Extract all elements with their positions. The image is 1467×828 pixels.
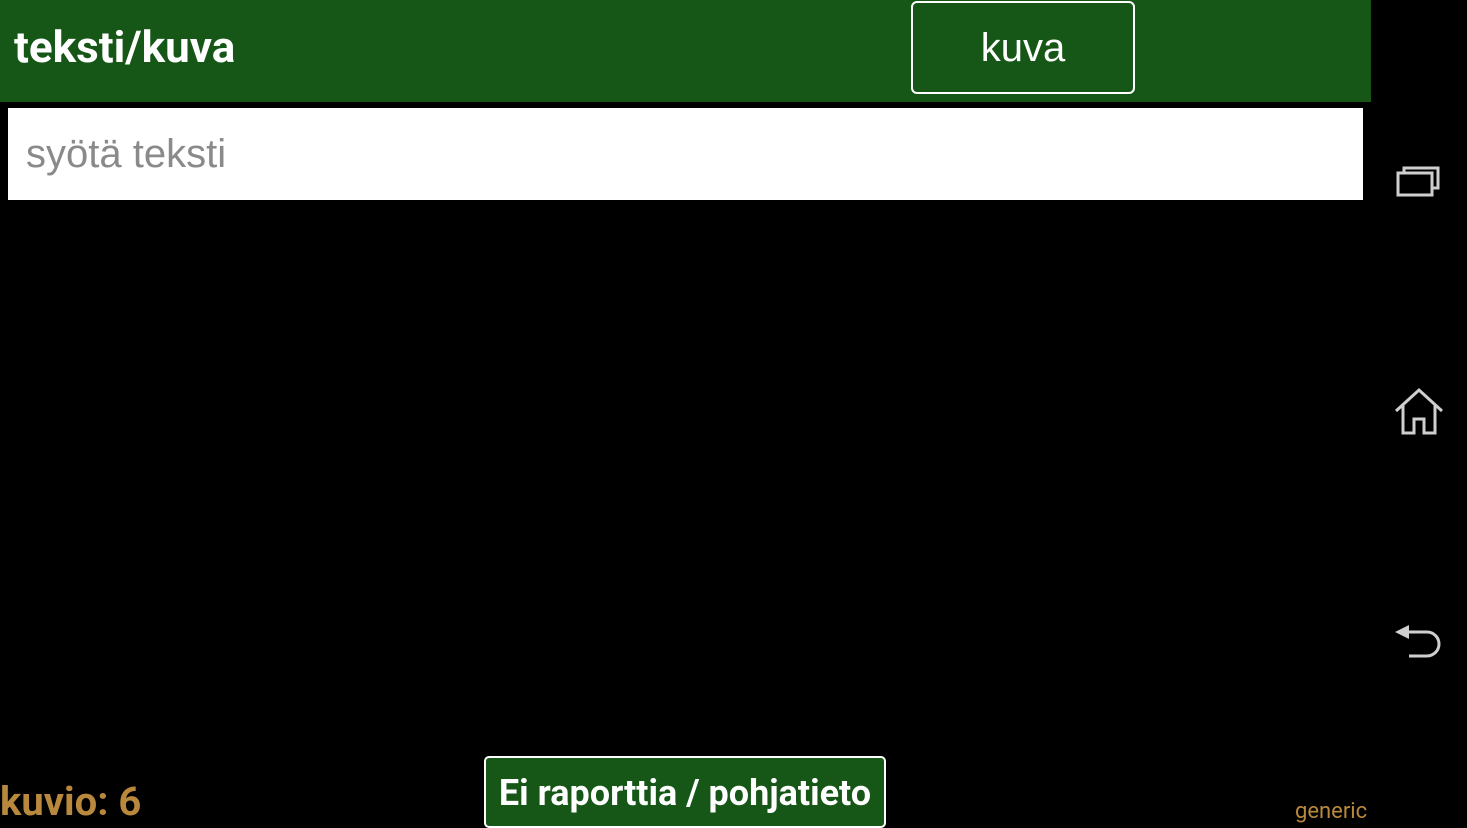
back-button[interactable] (1389, 614, 1449, 674)
mode-label: generic (1295, 799, 1368, 824)
text-input-container (8, 108, 1363, 200)
report-button[interactable]: Ei raporttia / pohjatieto (484, 756, 886, 828)
home-icon (1392, 387, 1446, 441)
header-bar: teksti/kuva kuva (0, 0, 1371, 102)
recent-apps-button[interactable] (1389, 154, 1449, 214)
system-nav-bar (1371, 0, 1467, 828)
app-screen: teksti/kuva kuva kuvio: 6 Ei raporttia /… (0, 0, 1371, 828)
home-button[interactable] (1389, 384, 1449, 444)
image-mode-button[interactable]: kuva (911, 1, 1135, 94)
recent-apps-icon (1395, 164, 1443, 204)
page-title: teksti/kuva (14, 21, 236, 73)
text-input[interactable] (8, 108, 1363, 200)
pattern-count-label: kuvio: 6 (0, 778, 142, 825)
back-icon (1393, 622, 1445, 666)
